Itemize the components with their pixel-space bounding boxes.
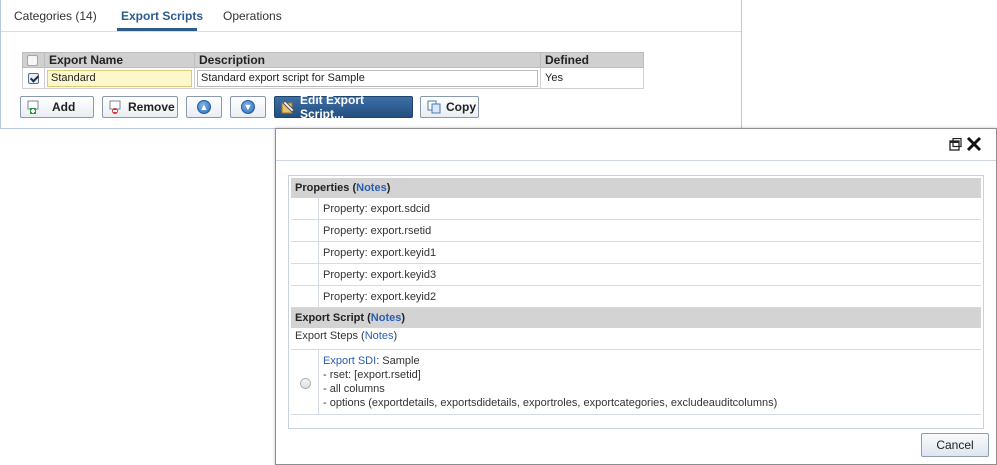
property-row-handle — [291, 220, 319, 241]
property-label: Property: export.keyid2 — [323, 291, 437, 303]
tab-categories[interactable]: Categories (14) — [14, 9, 97, 23]
property-label: Property: export.rsetid — [323, 225, 432, 237]
edit-export-script-dialog: Properties (Notes) Property: export.sdci… — [275, 128, 997, 465]
name-cell: Standard — [44, 67, 195, 89]
column-header-description[interactable]: Description — [194, 52, 541, 68]
property-label: Property: export.keyid3 — [323, 269, 437, 281]
step-detail-line: - options (exportdetails, exportsdidetai… — [323, 397, 778, 409]
select-all-cell — [22, 52, 45, 68]
property-row-handle — [291, 242, 319, 263]
arrow-up-icon: ▲ — [197, 100, 211, 114]
properties-notes-link[interactable]: Notes — [356, 182, 387, 194]
copy-button[interactable]: Copy — [420, 96, 479, 118]
export-script-title: Export Script ( — [295, 312, 371, 324]
table-header-row: Export Name Description Defined — [22, 52, 644, 68]
arrow-down-icon: ▼ — [241, 100, 255, 114]
defined-cell: Yes — [540, 67, 644, 89]
tab-operations[interactable]: Operations — [223, 9, 282, 23]
description-input[interactable]: Standard export script for Sample — [197, 69, 538, 87]
property-row[interactable]: Property: export.keyid3 — [291, 264, 981, 286]
step-row-handle — [291, 350, 319, 414]
export-name-input[interactable]: Standard — [47, 69, 192, 87]
edit-export-script-button[interactable]: Edit Export Script... — [274, 93, 413, 121]
column-header-defined[interactable]: Defined — [540, 52, 644, 68]
maximize-icon[interactable] — [949, 137, 962, 154]
add-button-label: Add — [52, 100, 76, 114]
property-row[interactable]: Property: export.keyid1 — [291, 242, 981, 264]
export-script-close-paren: ) — [401, 312, 406, 324]
column-header-name[interactable]: Export Name — [44, 52, 195, 68]
property-row[interactable]: Property: export.keyid2 — [291, 286, 981, 308]
export-scripts-table: Export Name Description Defined Standard… — [22, 52, 644, 89]
table-row[interactable]: Standard Standard export script for Samp… — [22, 67, 644, 89]
description-cell: Standard export script for Sample — [194, 67, 541, 89]
copy-button-label: Copy — [446, 100, 476, 114]
export-sdi-value: : Sample — [376, 355, 420, 367]
edit-export-script-label: Edit Export Script... — [300, 93, 365, 121]
remove-button-label: Remove — [128, 100, 175, 114]
cancel-button[interactable]: Cancel — [921, 433, 989, 457]
property-label: Property: export.sdcid — [323, 203, 430, 215]
properties-title: Properties ( — [295, 182, 357, 194]
property-row-handle — [291, 198, 319, 219]
properties-section-header: Properties (Notes) — [291, 178, 981, 198]
export-step-details: Export SDI: Sample - rset: [export.rseti… — [323, 354, 777, 410]
row-select-cell — [22, 67, 45, 89]
export-steps-close-paren: ) — [393, 330, 398, 342]
select-all-checkbox[interactable] — [27, 55, 38, 67]
property-row[interactable]: Property: export.rsetid — [291, 220, 981, 242]
property-row[interactable]: Property: export.sdcid — [291, 198, 981, 220]
copy-icon — [427, 100, 441, 114]
step-radio[interactable] — [300, 378, 311, 389]
add-button[interactable]: Add — [20, 96, 94, 118]
active-tab-indicator — [117, 28, 197, 31]
properties-close-paren: ) — [386, 182, 391, 194]
tab-export-scripts[interactable]: Export Scripts — [121, 9, 203, 23]
row-checkbox[interactable] — [28, 73, 39, 85]
add-icon — [27, 100, 41, 114]
tab-bar: Categories (14) Export Scripts Operation… — [1, 0, 741, 32]
remove-button[interactable]: Remove — [102, 96, 178, 118]
move-down-button[interactable]: ▼ — [230, 96, 266, 118]
step-detail-line: - all columns — [323, 383, 385, 395]
close-icon[interactable] — [966, 136, 982, 155]
step-detail-line: - rset: [export.rsetid] — [323, 369, 421, 381]
property-label: Property: export.keyid1 — [323, 247, 437, 259]
export-steps-title: Export Steps ( — [295, 330, 365, 342]
property-row-handle — [291, 264, 319, 285]
remove-icon — [109, 100, 123, 114]
property-row-handle — [291, 286, 319, 307]
dialog-content: Properties (Notes) Property: export.sdci… — [288, 175, 984, 429]
export-steps-label: Export Steps (Notes) — [295, 330, 397, 342]
move-up-button[interactable]: ▲ — [186, 96, 222, 118]
edit-script-icon — [281, 100, 295, 114]
dialog-header — [276, 129, 996, 161]
export-sdi-link[interactable]: Export SDI — [323, 355, 376, 367]
export-step-row[interactable]: Export SDI: Sample - rset: [export.rseti… — [291, 349, 981, 415]
export-scripts-panel: Categories (14) Export Scripts Operation… — [0, 0, 742, 129]
export-script-section-header: Export Script (Notes) — [291, 308, 981, 328]
export-script-notes-link[interactable]: Notes — [371, 312, 402, 324]
export-steps-notes-link[interactable]: Notes — [365, 330, 394, 342]
